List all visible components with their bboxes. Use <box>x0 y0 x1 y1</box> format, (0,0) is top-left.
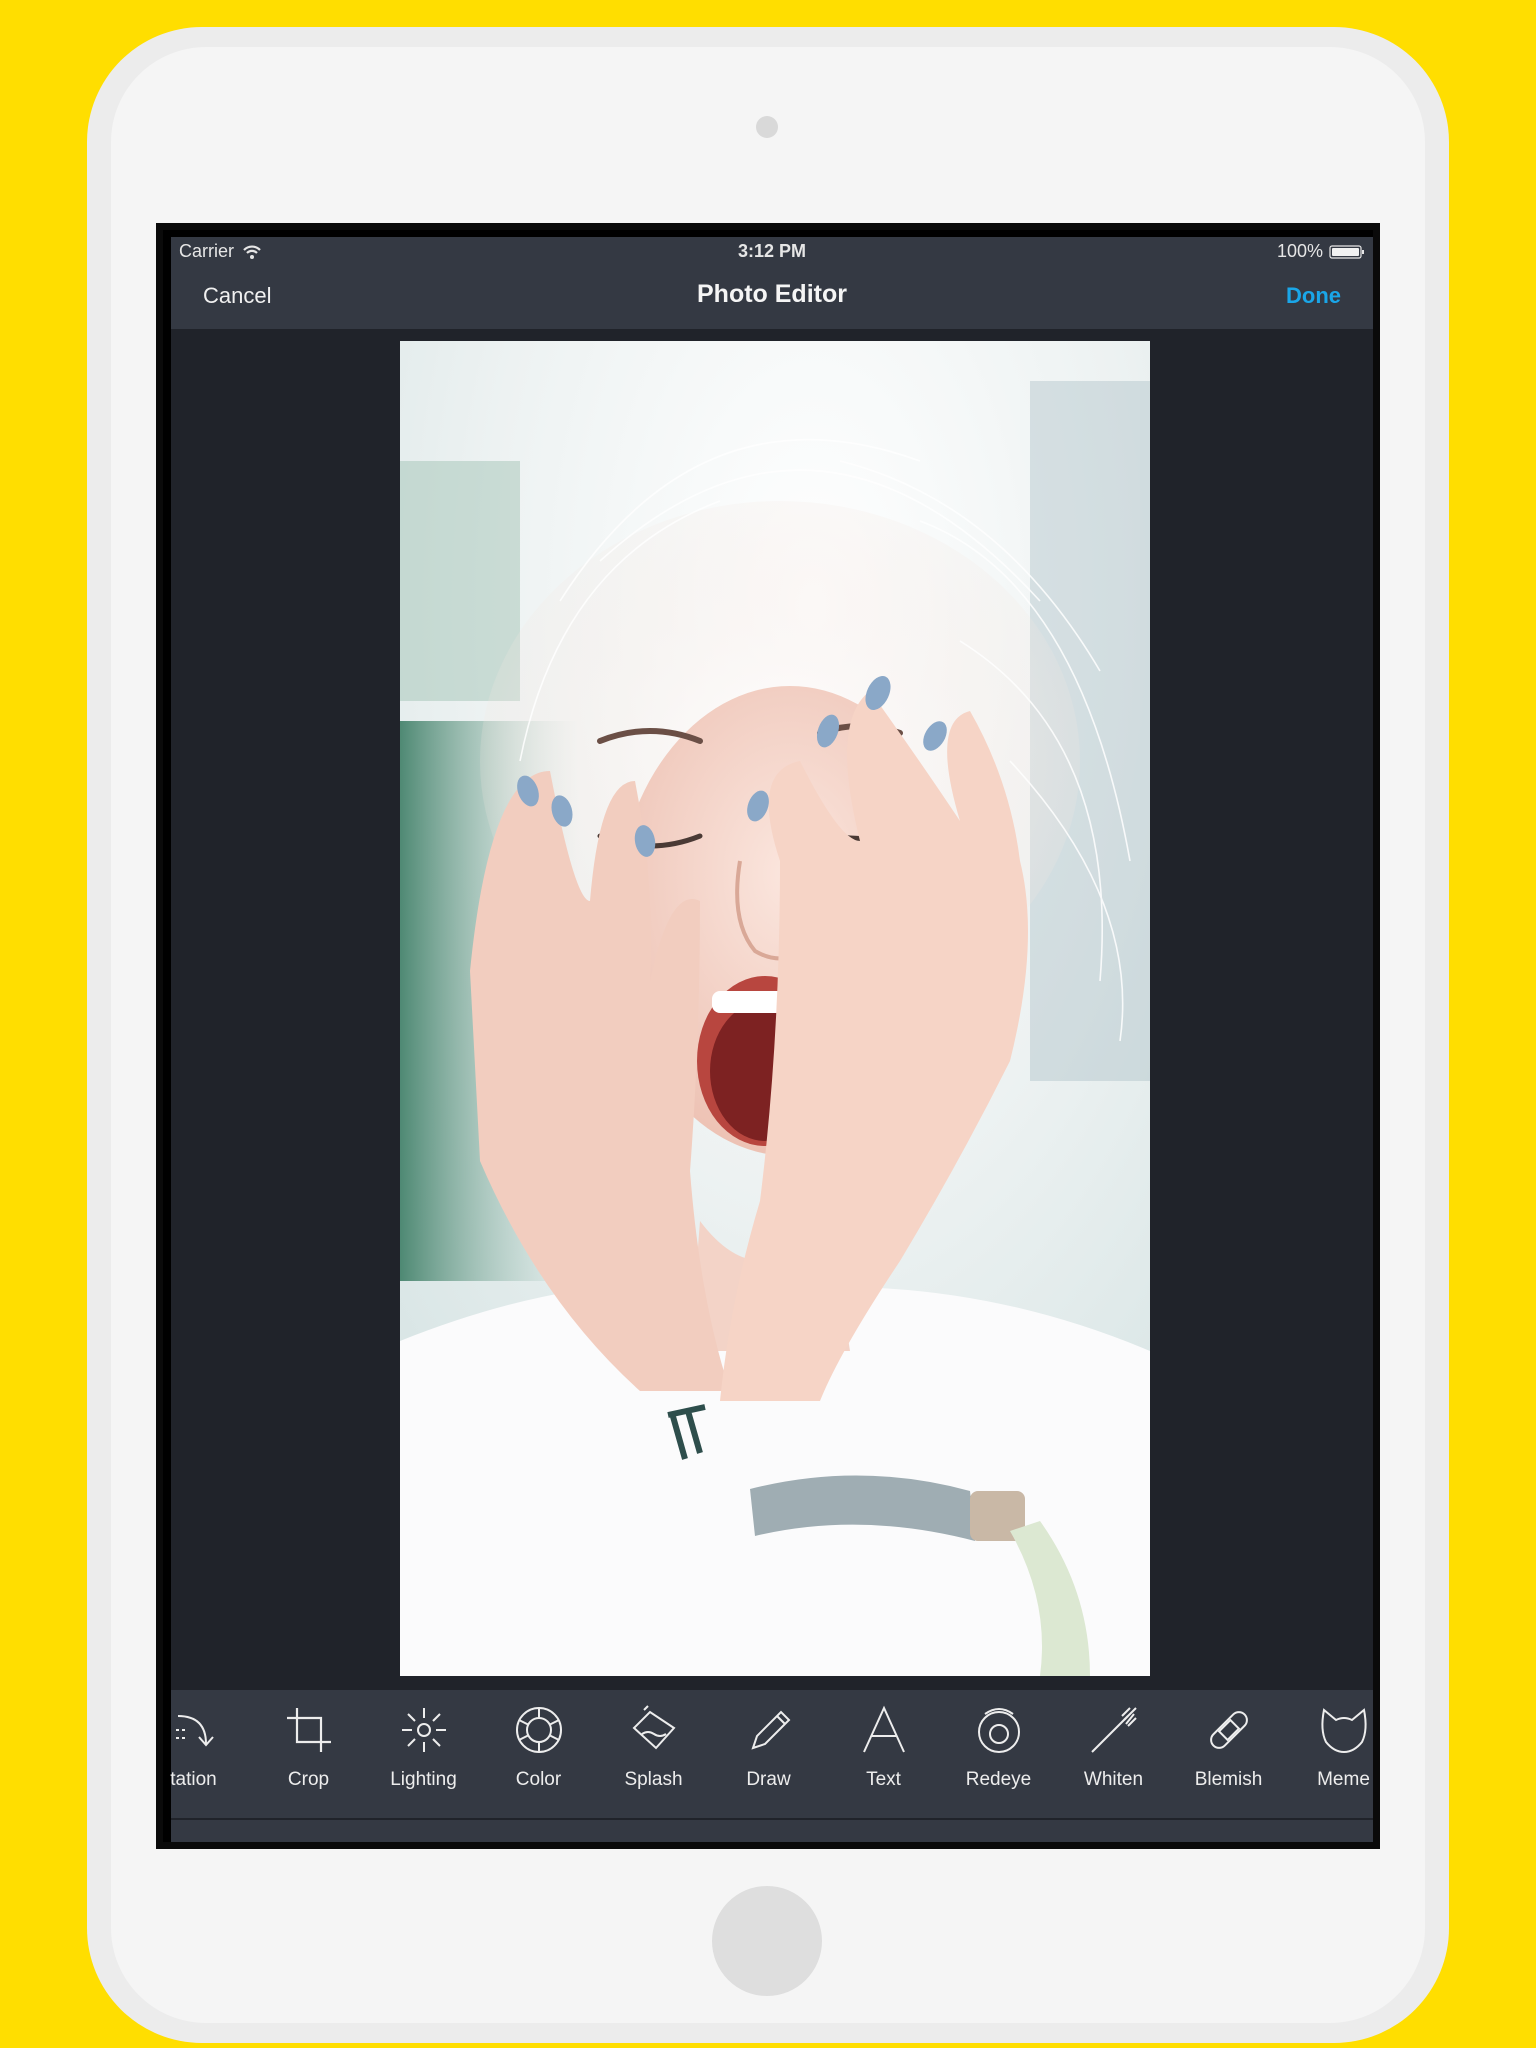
tool-redeye[interactable]: Redeye <box>941 1690 1056 1818</box>
draw-icon <box>751 1710 791 1750</box>
blemish-icon <box>1210 1711 1248 1749</box>
battery-percent: 100% <box>1276 241 1323 261</box>
tool-meme[interactable]: Meme <box>1286 1690 1373 1818</box>
tool-label: Lighting <box>390 1769 457 1790</box>
status-bar: Carrier 3:12 PM 100% <box>171 237 1373 265</box>
done-button[interactable]: Done <box>1286 283 1341 309</box>
tool-label: Color <box>515 1769 562 1790</box>
tool-orientation[interactable]: tation <box>163 1690 251 1818</box>
bottom-bar <box>171 1820 1373 1842</box>
tool-blemish[interactable]: Blemish <box>1171 1690 1286 1818</box>
orientation-icon <box>176 1715 214 1747</box>
text-icon <box>863 1705 905 1753</box>
color-icon <box>516 1707 562 1753</box>
home-button[interactable] <box>712 1886 822 1996</box>
battery-icon <box>1329 244 1365 260</box>
tool-label: Redeye <box>965 1769 1032 1790</box>
tool-draw[interactable]: Draw <box>711 1690 826 1818</box>
tool-crop[interactable]: Crop <box>251 1690 366 1818</box>
tool-label: Text <box>866 1769 901 1790</box>
splash-icon <box>632 1705 676 1750</box>
tool-whiten[interactable]: Whiten <box>1056 1690 1171 1818</box>
status-right: 100% <box>1277 241 1365 262</box>
page-title: Photo Editor <box>697 280 847 308</box>
meme-icon <box>1321 1708 1367 1754</box>
tool-splash[interactable]: Splash <box>596 1690 711 1818</box>
tool-bar: tation Crop Lighting Color Splash Draw T… <box>170 1690 1373 1818</box>
photo-editor-app: Carrier 3:12 PM 100% Cancel Photo Editor… <box>170 237 1373 1842</box>
tool-label: Splash <box>624 1769 683 1790</box>
cancel-button[interactable]: Cancel <box>203 283 271 309</box>
navigation-bar: Cancel Photo Editor Done <box>171 265 1373 329</box>
front-camera <box>756 116 778 138</box>
tool-color[interactable]: Color <box>481 1690 596 1818</box>
whiten-icon <box>1091 1707 1137 1753</box>
tool-label: Meme <box>1317 1769 1370 1790</box>
tool-lighting[interactable]: Lighting <box>366 1690 481 1818</box>
photo-image <box>400 341 1150 1676</box>
crop-icon <box>287 1708 331 1752</box>
status-time: 3:12 PM <box>737 241 807 261</box>
tool-label: tation <box>170 1769 217 1790</box>
screen: Carrier 3:12 PM 100% Cancel Photo Editor… <box>156 223 1380 1849</box>
redeye-icon <box>978 1708 1020 1753</box>
lighting-icon <box>402 1708 446 1752</box>
photo-preview[interactable] <box>400 341 1150 1676</box>
tool-label: Whiten <box>1083 1769 1144 1790</box>
tool-label: Blemish <box>1194 1769 1263 1790</box>
tool-text[interactable]: Text <box>826 1690 941 1818</box>
tool-label: Draw <box>746 1769 791 1790</box>
tool-strip[interactable]: tation Crop Lighting Color Splash Draw T… <box>163 1690 1373 1818</box>
tool-label: Crop <box>287 1769 330 1790</box>
